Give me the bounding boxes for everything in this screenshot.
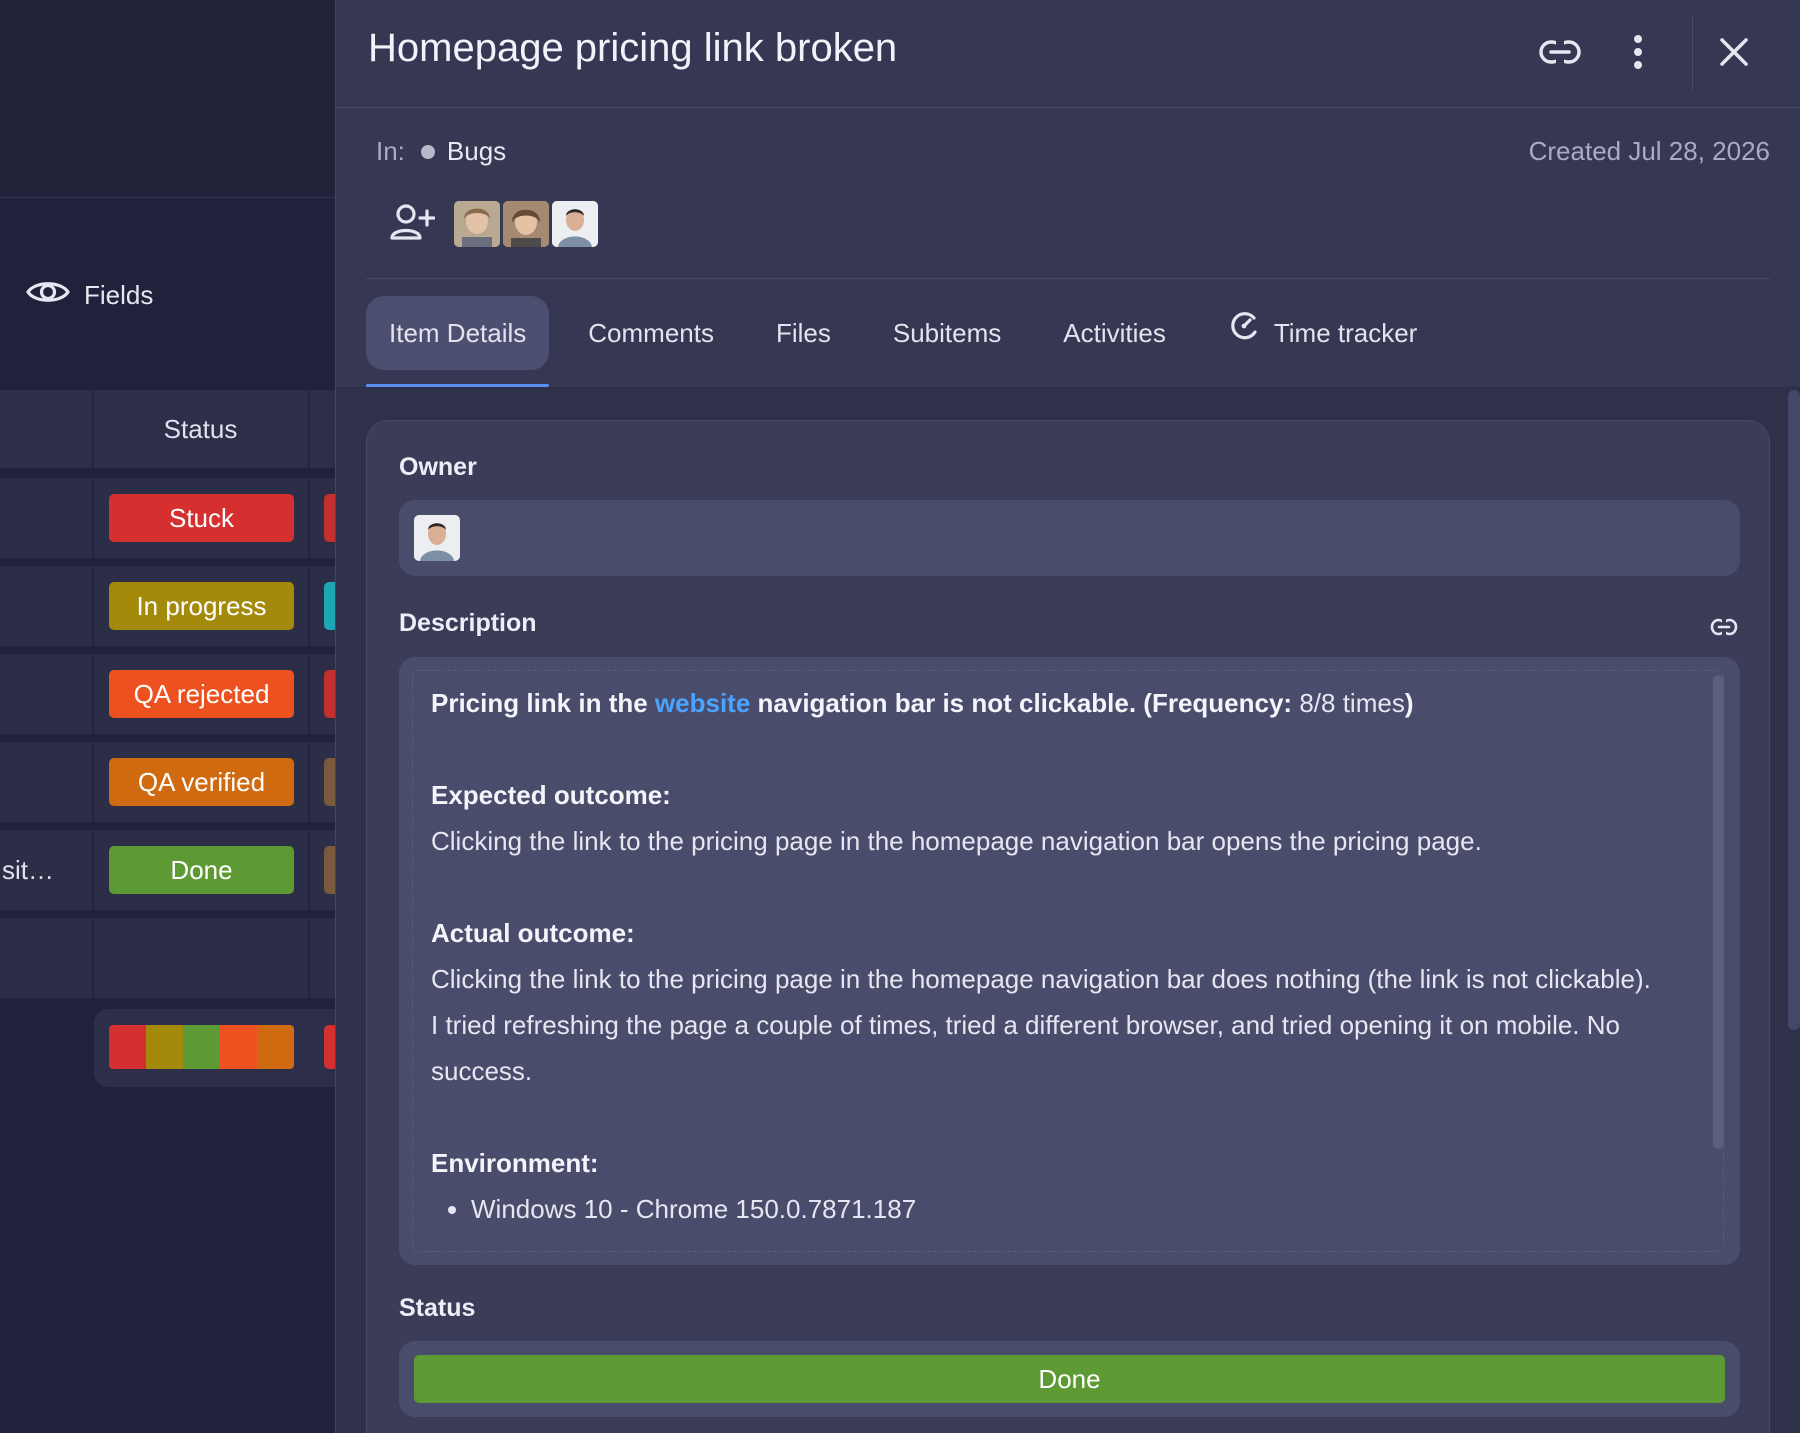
summary-text: navigation bar is not clickable. (Freque… xyxy=(750,688,1293,718)
next-column-cell[interactable] xyxy=(324,494,335,542)
description-link-button[interactable] xyxy=(1708,613,1740,645)
status-header-label: Status xyxy=(163,414,238,444)
tab-label: Time tracker xyxy=(1273,318,1418,348)
owner-label: Owner xyxy=(399,453,477,481)
more-options-button[interactable] xyxy=(1614,30,1662,78)
add-subscriber-button[interactable] xyxy=(388,200,436,248)
actual-outcome-text: I tried refreshing the page a couple of … xyxy=(431,1010,1620,1086)
in-label: In: xyxy=(376,136,405,166)
tab-item-details[interactable]: Item Details xyxy=(366,296,550,387)
board-toolbar-area xyxy=(0,0,335,198)
tab-label: Activities xyxy=(1063,318,1166,348)
board-background: Fields Status Stuck In progress QA rejec… xyxy=(0,0,335,1433)
environment-list: Windows 10 - Chrome 150.0.7871.187 xyxy=(471,1186,1705,1232)
close-icon xyxy=(1719,37,1749,72)
table-row[interactable]: In progress xyxy=(0,566,335,646)
description-field[interactable]: Pricing link in the website navigation b… xyxy=(399,657,1740,1265)
status-pill[interactable]: Done xyxy=(414,1355,1725,1403)
summary-segment xyxy=(146,1025,183,1069)
fields-button[interactable]: Fields xyxy=(26,276,153,315)
summary-segment xyxy=(109,1025,146,1069)
avatar[interactable] xyxy=(503,201,549,247)
status-distribution-bar xyxy=(109,1025,294,1069)
frequency-value: 8/8 times xyxy=(1292,688,1405,718)
header-divider xyxy=(366,278,1770,279)
expected-outcome-text: Clicking the link to the pricing page in… xyxy=(431,826,1482,856)
owner-field[interactable] xyxy=(399,500,1740,576)
next-column-cell[interactable] xyxy=(324,582,335,630)
close-button[interactable] xyxy=(1710,30,1758,78)
next-column-cell[interactable] xyxy=(324,846,335,894)
summary-segment xyxy=(183,1025,220,1069)
summary-text: ) xyxy=(1404,688,1414,718)
tab-label: Comments xyxy=(588,318,714,348)
group-name-link[interactable]: Bugs xyxy=(447,136,506,167)
status-summary xyxy=(94,1009,335,1087)
avatar[interactable] xyxy=(552,201,598,247)
created-date: Created Jul 28, 2026 xyxy=(1528,136,1770,166)
more-vertical-icon xyxy=(1633,34,1643,75)
tab-label: Item Details xyxy=(389,318,527,348)
avatar[interactable] xyxy=(454,201,500,247)
tab-time-tracker[interactable]: Time tracker xyxy=(1205,296,1441,370)
description-scrollbar[interactable] xyxy=(1713,675,1724,1149)
summary-next-column xyxy=(324,1025,335,1069)
description-label: Description xyxy=(399,609,537,637)
eye-icon xyxy=(26,276,70,315)
table-row[interactable] xyxy=(0,918,335,998)
status-pill[interactable]: Done xyxy=(109,846,294,894)
avatar[interactable] xyxy=(414,515,460,561)
fields-label: Fields xyxy=(84,280,154,310)
next-column-cell[interactable] xyxy=(324,670,335,718)
expected-outcome-heading: Expected outcome: xyxy=(431,780,671,810)
add-person-icon xyxy=(389,203,436,246)
item-tabs: Item Details Comments Files Subitems Act… xyxy=(366,296,1456,388)
status-pill[interactable]: In progress xyxy=(109,582,294,630)
tab-subitems[interactable]: Subitems xyxy=(870,296,1024,370)
status-label: Status xyxy=(399,1294,476,1322)
actual-outcome-text: Clicking the link to the pricing page in… xyxy=(431,964,1651,994)
header-separator xyxy=(1692,16,1693,90)
link-icon xyxy=(1538,38,1582,71)
status-column-header[interactable]: Status xyxy=(0,390,335,468)
table-row[interactable]: Stuck xyxy=(0,478,335,558)
list-item: Windows 10 - Chrome 150.0.7871.187 xyxy=(471,1186,1705,1232)
status-field[interactable]: Done xyxy=(399,1341,1740,1417)
summary-text: Pricing link in the xyxy=(431,688,655,718)
table-row[interactable]: sit… Done xyxy=(0,830,335,910)
table-row[interactable]: QA verified xyxy=(0,742,335,822)
tab-label: Files xyxy=(775,318,831,348)
summary-segment xyxy=(220,1025,257,1069)
item-location: In: Bugs xyxy=(376,136,506,167)
link-icon xyxy=(1710,617,1738,641)
item-title[interactable]: Homepage pricing link broken xyxy=(368,26,897,71)
summary-segment xyxy=(257,1025,294,1069)
table-row[interactable]: QA rejected xyxy=(0,654,335,734)
group-color-dot xyxy=(420,144,435,159)
tab-files[interactable]: Files xyxy=(753,296,854,370)
description-editor[interactable]: Pricing link in the website navigation b… xyxy=(412,670,1724,1252)
tab-activities[interactable]: Activities xyxy=(1040,296,1189,370)
tab-label: Subitems xyxy=(892,318,1002,348)
time-tracker-icon xyxy=(1228,296,1260,370)
actual-outcome-heading: Actual outcome: xyxy=(431,918,635,948)
website-link[interactable]: website xyxy=(655,688,750,718)
environment-heading: Environment: xyxy=(431,1148,599,1178)
item-details-card: Owner Description Pricing link in the we… xyxy=(366,420,1770,1433)
copy-link-button[interactable] xyxy=(1536,30,1584,78)
status-pill[interactable]: QA verified xyxy=(109,758,294,806)
panel-header: Homepage pricing link broken xyxy=(336,0,1800,108)
status-pill[interactable]: Stuck xyxy=(109,494,294,542)
description-summary: Pricing link in the website navigation b… xyxy=(431,680,1705,726)
subscribers xyxy=(388,200,601,248)
tab-comments[interactable]: Comments xyxy=(565,296,737,370)
item-detail-panel: Homepage pricing link broken In: Bugs Cr… xyxy=(335,0,1800,1433)
row-name: sit… xyxy=(2,855,54,885)
panel-scrollbar[interactable] xyxy=(1788,390,1800,1030)
status-pill[interactable]: QA rejected xyxy=(109,670,294,718)
next-column-cell[interactable] xyxy=(324,758,335,806)
